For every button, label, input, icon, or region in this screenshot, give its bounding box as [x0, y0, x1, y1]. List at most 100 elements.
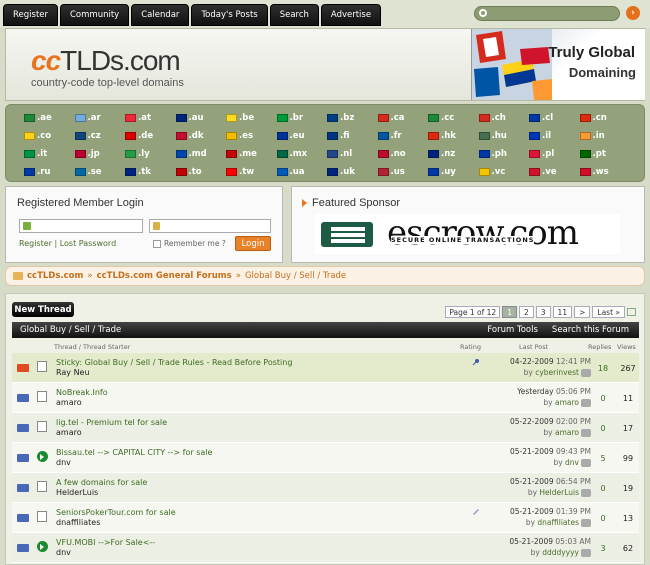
tld-link[interactable]: .no: [377, 149, 406, 159]
thread-row[interactable]: SeniorsPokerTour.com for sale dnaffiliate…: [12, 503, 639, 533]
tld-link[interactable]: .tw: [226, 167, 254, 177]
tld-link[interactable]: .jp: [74, 149, 100, 159]
search-forum-menu[interactable]: Search this Forum: [552, 325, 629, 335]
breadcrumb-forums[interactable]: ccTLDs.com General Forums: [97, 271, 232, 281]
tld-link[interactable]: .at: [125, 113, 151, 123]
tld-link[interactable]: .pt: [579, 149, 606, 159]
tld-link[interactable]: .de: [125, 131, 153, 141]
thread-row[interactable]: NoBreak.Info amaro Yesterday 05:06 PM by am…: [12, 383, 639, 413]
remember-checkbox[interactable]: [153, 239, 161, 248]
page-jump-icon[interactable]: [627, 308, 636, 316]
thread-title[interactable]: NoBreak.Info: [56, 388, 108, 397]
tld-link[interactable]: .bz: [327, 113, 354, 123]
thread-title[interactable]: A few domains for sale: [56, 478, 147, 487]
tld-link[interactable]: .hu: [478, 131, 507, 141]
tld-link[interactable]: .ua: [276, 167, 305, 177]
nav-tab-register[interactable]: Register: [3, 4, 58, 26]
nav-tab-todays-posts[interactable]: Today's Posts: [191, 4, 268, 26]
last-poster[interactable]: cyberinvest: [535, 368, 579, 377]
breadcrumb-site[interactable]: ccTLDs.com: [27, 271, 83, 281]
thread-title[interactable]: SeniorsPokerTour.com for sale: [56, 508, 176, 517]
tld-link[interactable]: .vc: [478, 167, 505, 177]
reply-count[interactable]: 0: [596, 394, 610, 403]
escrow-sponsor-ad[interactable]: escrow.com SECURE ONLINE TRANSACTIONS: [315, 213, 620, 254]
last-poster[interactable]: dnv: [565, 458, 579, 467]
search-input[interactable]: [474, 6, 620, 21]
go-to-last-post-icon[interactable]: [581, 519, 591, 527]
col-replies[interactable]: Replies: [588, 343, 611, 351]
search-go-button[interactable]: ›: [626, 6, 640, 20]
tld-link[interactable]: .nz: [428, 149, 455, 159]
thread-title[interactable]: VFU.MOBI -->For Sale<--: [56, 538, 155, 547]
thread-row[interactable]: A few domains for sale HelderLuis 05-21-20…: [12, 473, 639, 503]
last-poster[interactable]: amaro: [555, 398, 579, 407]
reply-count[interactable]: 18: [596, 364, 610, 373]
thread-title[interactable]: lig.tel - Premium tel for sale: [56, 418, 167, 427]
register-link[interactable]: Register: [19, 239, 52, 248]
page-1[interactable]: 1: [502, 306, 517, 318]
header-banner[interactable]: Truly Global Domaining: [471, 29, 645, 100]
thread-starter[interactable]: amaro: [56, 398, 82, 407]
forum-tools-menu[interactable]: Forum Tools: [487, 325, 538, 335]
breadcrumb-current[interactable]: Global Buy / Sell / Trade: [245, 271, 346, 281]
nav-tab-advertise[interactable]: Advertise: [320, 4, 382, 26]
thread-starter[interactable]: dnv: [56, 548, 71, 557]
tld-link[interactable]: .fi: [327, 131, 350, 141]
page-last[interactable]: Last »: [592, 306, 625, 318]
tld-link[interactable]: .ar: [74, 113, 101, 123]
thread-starter[interactable]: HelderLuis: [56, 488, 98, 497]
tld-link[interactable]: .cn: [579, 113, 607, 123]
tld-link[interactable]: .se: [74, 167, 102, 177]
reply-count[interactable]: 0: [596, 424, 610, 433]
thread-starter[interactable]: amaro: [56, 428, 82, 437]
thread-row[interactable]: Bissau.tel --> CAPITAL CITY --> for sale…: [12, 443, 639, 473]
page-11[interactable]: 11: [552, 306, 573, 318]
tld-link[interactable]: .tk: [125, 167, 151, 177]
remember-me[interactable]: Remember me ?: [153, 239, 226, 248]
tld-link[interactable]: .mx: [276, 149, 307, 159]
page-next[interactable]: >: [574, 306, 591, 318]
go-to-last-post-icon[interactable]: [581, 459, 591, 467]
nav-tab-community[interactable]: Community: [60, 4, 130, 26]
tld-link[interactable]: .me: [226, 149, 257, 159]
reply-count[interactable]: 3: [596, 544, 610, 553]
tld-link[interactable]: .uk: [327, 167, 355, 177]
site-logo[interactable]: ccTLDs.com: [31, 45, 181, 77]
tld-link[interactable]: .ch: [478, 113, 506, 123]
go-to-last-post-icon[interactable]: [581, 549, 591, 557]
thread-starter[interactable]: dnaffiliates: [56, 518, 100, 527]
tld-link[interactable]: .ly: [125, 149, 150, 159]
password-field[interactable]: [149, 219, 271, 233]
tld-link[interactable]: .pl: [529, 149, 554, 159]
tld-link[interactable]: .it: [24, 149, 47, 159]
tld-link[interactable]: .es: [226, 131, 253, 141]
tld-link[interactable]: .br: [276, 113, 303, 123]
tld-link[interactable]: .ae: [24, 113, 52, 123]
tld-link[interactable]: .ve: [529, 167, 557, 177]
tld-link[interactable]: .ws: [579, 167, 609, 177]
tld-link[interactable]: .co: [24, 131, 51, 141]
tld-link[interactable]: .il: [529, 131, 551, 141]
new-thread-button[interactable]: New Thread: [12, 302, 74, 317]
col-thread[interactable]: Thread / Thread Starter: [54, 343, 130, 351]
page-2[interactable]: 2: [518, 306, 534, 318]
tld-link[interactable]: .ph: [478, 149, 507, 159]
col-rating[interactable]: Rating: [460, 343, 481, 351]
reply-count[interactable]: 0: [596, 484, 610, 493]
tld-link[interactable]: .ca: [377, 113, 405, 123]
go-to-last-post-icon[interactable]: [581, 399, 591, 407]
tld-link[interactable]: .eu: [276, 131, 305, 141]
thread-row[interactable]: lig.tel - Premium tel for sale amaro 05-22…: [12, 413, 639, 443]
col-views[interactable]: Views: [617, 343, 636, 351]
tld-link[interactable]: .au: [175, 113, 204, 123]
tld-link[interactable]: .hk: [428, 131, 456, 141]
tld-link[interactable]: .cl: [529, 113, 553, 123]
reply-count[interactable]: 0: [596, 514, 610, 523]
go-to-last-post-icon[interactable]: [581, 369, 591, 377]
thread-starter[interactable]: dnv: [56, 458, 71, 467]
last-poster[interactable]: HelderLuis: [539, 488, 579, 497]
tld-link[interactable]: .fr: [377, 131, 402, 141]
last-poster[interactable]: ddddyyyy: [542, 548, 579, 557]
tld-link[interactable]: .be: [226, 113, 254, 123]
tld-link[interactable]: .dk: [175, 131, 203, 141]
